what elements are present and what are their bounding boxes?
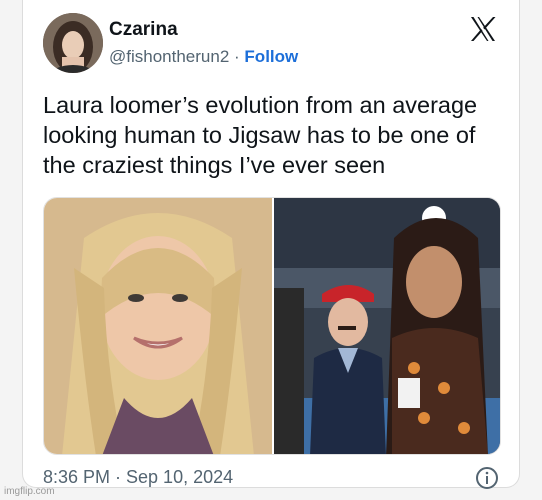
handle-row: @fishontherun2 · Follow: [109, 47, 298, 67]
watermark: imgflip.com: [4, 486, 55, 497]
media-grid[interactable]: [43, 197, 501, 455]
avatar[interactable]: [43, 13, 103, 73]
tweet-timestamp[interactable]: 8:36 PM · Sep 10, 2024: [43, 467, 233, 488]
user-handle[interactable]: @fishontherun2: [109, 47, 229, 66]
info-icon[interactable]: [475, 466, 499, 490]
avatar-image: [43, 13, 103, 73]
separator-dot: ·: [234, 47, 240, 66]
photo-right[interactable]: [274, 198, 501, 455]
follow-button[interactable]: Follow: [244, 47, 298, 66]
display-name[interactable]: Czarina: [109, 19, 178, 41]
x-logo-icon[interactable]: [468, 14, 498, 44]
photo-left[interactable]: [44, 198, 272, 455]
tweet-card: Czarina @fishontherun2 · Follow Laura lo…: [22, 0, 520, 490]
tweet-text: Laura loomer’s evolution from an average…: [43, 92, 478, 178]
